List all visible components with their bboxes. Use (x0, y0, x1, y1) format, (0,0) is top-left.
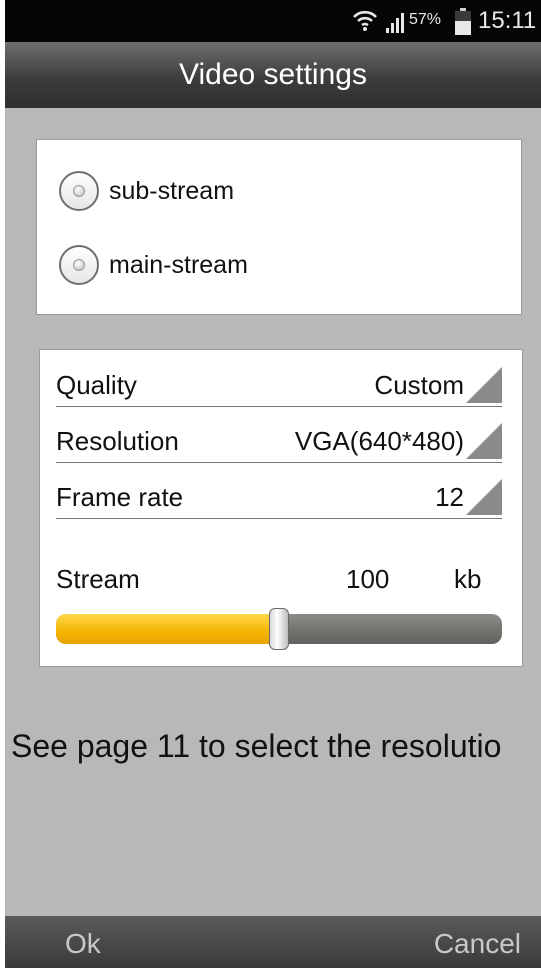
ok-button[interactable]: Ok (65, 928, 101, 960)
sub-stream-radio[interactable] (59, 171, 99, 211)
frame-rate-label: Frame rate (56, 482, 184, 512)
cancel-button[interactable]: Cancel (434, 928, 521, 960)
stream-label: Stream (56, 564, 140, 594)
resolution-dropdown-icon[interactable] (466, 423, 502, 459)
wifi-icon (352, 8, 378, 39)
frame-rate-dropdown-icon[interactable] (466, 479, 502, 515)
main-stream-option[interactable]: main-stream (59, 245, 359, 285)
sub-stream-label: sub-stream (109, 177, 235, 205)
resolution-row[interactable]: Resolution VGA(640*480) (56, 420, 502, 463)
stream-slider[interactable] (56, 608, 502, 650)
resolution-label: Resolution (56, 426, 179, 456)
stream-value: 100 (346, 564, 390, 594)
battery-icon (455, 8, 471, 35)
status-bar: 57% 15:11 (5, 0, 541, 42)
quality-dropdown-icon[interactable] (466, 367, 502, 403)
stream-type-panel: sub-stream main-stream (36, 139, 522, 315)
video-params-panel: Quality Custom Resolution VGA(640*480) F… (39, 349, 523, 667)
signal-icon (385, 12, 407, 39)
frame-rate-row[interactable]: Frame rate 12 (56, 476, 502, 519)
sub-stream-option[interactable]: sub-stream (59, 171, 359, 211)
screen: 57% 15:11 Video settings sub-stream main… (5, 0, 541, 968)
main-stream-label: main-stream (109, 251, 248, 279)
main-stream-radio[interactable] (59, 245, 99, 285)
stream-slider-fill (56, 614, 279, 644)
hint-text: See page 11 to select the resolutio (11, 728, 502, 764)
page-title: Video settings (5, 42, 541, 108)
battery-percent: 57% (409, 11, 442, 28)
bottom-bar: Ok Cancel (5, 916, 541, 968)
status-clock: 15:11 (478, 7, 537, 34)
resolution-value: VGA(640*480) (294, 426, 464, 456)
quality-value: Custom (374, 370, 464, 400)
frame-rate-value: 12 (435, 482, 464, 512)
stream-unit: kb (454, 564, 482, 594)
quality-row[interactable]: Quality Custom (56, 364, 502, 407)
stream-slider-thumb[interactable] (269, 608, 289, 650)
quality-label: Quality (56, 370, 137, 400)
